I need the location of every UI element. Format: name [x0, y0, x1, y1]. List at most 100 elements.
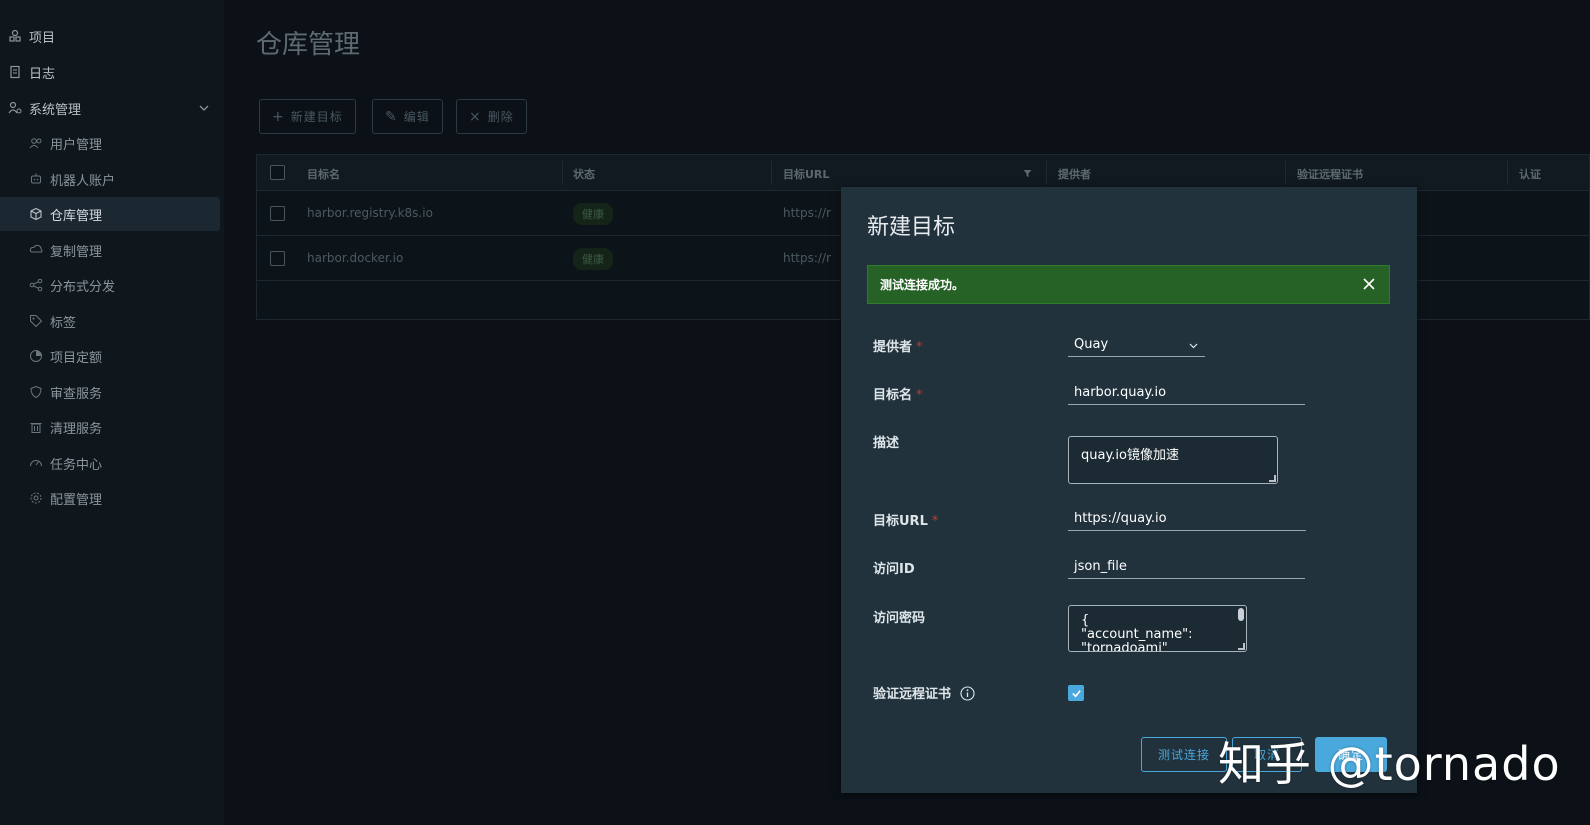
sidebar-item-users[interactable]: 用户管理: [0, 126, 224, 160]
sidebar-item-admin[interactable]: 系统管理: [0, 91, 224, 125]
sidebar-item-robots[interactable]: 机器人账户: [0, 162, 224, 196]
edit-label: 编辑: [403, 110, 430, 124]
sidebar-item-label: 标签: [50, 315, 77, 331]
column-header-auth[interactable]: 认证: [1519, 166, 1541, 182]
row-url: https://r: [783, 206, 831, 220]
sidebar-item-label: 项目定额: [50, 350, 103, 366]
status-badge: 健康: [573, 203, 613, 225]
sidebar-item-distribution[interactable]: 分布式分发: [0, 268, 224, 302]
sidebar-item-label: 机器人账户: [50, 173, 116, 189]
log-icon: [8, 65, 22, 79]
provider-select[interactable]: Quay: [1068, 334, 1205, 357]
scrollbar[interactable]: [1238, 608, 1244, 621]
provider-label-text: 提供者: [873, 340, 913, 355]
plus-icon: +: [272, 108, 285, 125]
access-id-label: 访问ID: [873, 562, 915, 577]
verify-cert-checkbox[interactable]: [1068, 685, 1084, 701]
column-separator: [562, 161, 563, 185]
sidebar-item-label: 日志: [29, 66, 56, 82]
column-separator: [1046, 161, 1047, 185]
chevron-down-icon: [1189, 343, 1198, 349]
gear-icon: [29, 491, 43, 505]
sidebar-item-quotas[interactable]: 项目定额: [0, 339, 224, 373]
sidebar-item-interrogation[interactable]: 审查服务: [0, 375, 224, 409]
sidebar-item-tasks[interactable]: 任务中心: [0, 446, 224, 480]
sidebar-item-label: 项目: [29, 30, 56, 46]
required-marker: *: [916, 340, 923, 355]
test-connection-button[interactable]: 测试连接: [1141, 737, 1227, 772]
verify-cert-label: 验证远程证书: [873, 683, 975, 702]
provider-value: Quay: [1074, 337, 1109, 352]
success-alert: 测试连接成功。: [867, 265, 1390, 304]
new-target-button[interactable]: + 新建目标: [259, 99, 356, 134]
shield-icon: [29, 385, 43, 399]
column-separator: [1285, 161, 1286, 185]
replication-icon: [29, 243, 43, 257]
users-icon: [29, 136, 43, 150]
project-icon: [8, 29, 22, 43]
filter-icon[interactable]: [1023, 169, 1032, 178]
robot-icon: [29, 172, 43, 186]
sidebar-item-cleanup[interactable]: 清理服务: [0, 410, 224, 444]
watermark: 知乎 @tornado: [1218, 737, 1561, 791]
status-badge: 健康: [573, 248, 613, 270]
quota-icon: [29, 349, 43, 363]
name-label-text: 目标名: [873, 388, 913, 403]
sidebar-item-projects[interactable]: 项目: [0, 19, 224, 53]
row-url: https://r: [783, 251, 831, 265]
sidebar-item-labels[interactable]: 标签: [0, 304, 224, 338]
column-header-provider[interactable]: 提供者: [1058, 166, 1091, 182]
resize-handle-icon[interactable]: [1238, 643, 1245, 650]
admin-icon: [8, 101, 22, 115]
close-icon[interactable]: [1361, 276, 1377, 292]
alert-text: 测试连接成功。: [880, 278, 965, 292]
modal-title: 新建目标: [867, 215, 956, 240]
sidebar-item-label: 分布式分发: [50, 279, 116, 295]
sidebar-item-label: 任务中心: [50, 457, 103, 473]
registry-icon: [29, 207, 43, 221]
page-title: 仓库管理: [256, 30, 361, 60]
sidebar-item-label: 仓库管理: [50, 208, 103, 224]
sidebar-item-label: 配置管理: [50, 492, 103, 508]
sidebar-item-config[interactable]: 配置管理: [0, 481, 224, 515]
sidebar-item-label: 审查服务: [50, 386, 103, 402]
provider-label: 提供者 *: [873, 336, 923, 355]
row-name: harbor.docker.io: [307, 251, 404, 265]
resize-handle-icon[interactable]: [1269, 475, 1276, 482]
pencil-icon: ✎: [385, 108, 398, 125]
checkmark-icon: [1071, 689, 1081, 697]
new-target-modal: 新建目标 测试连接成功。 提供者 * Quay 目标名 * harbor.quay.…: [841, 187, 1417, 793]
row-checkbox[interactable]: [270, 251, 285, 266]
description-textarea[interactable]: quay.io镜像加速: [1068, 436, 1278, 484]
sidebar-item-label: 复制管理: [50, 244, 103, 260]
column-separator: [771, 161, 772, 185]
column-header-url[interactable]: 目标URL: [783, 166, 829, 182]
edit-button[interactable]: ✎ 编辑: [372, 99, 443, 134]
access-secret-textarea[interactable]: { "account_name": "tornadoami": [1068, 605, 1247, 652]
sidebar-item-logs[interactable]: 日志: [0, 55, 224, 89]
info-icon[interactable]: [959, 686, 975, 701]
new-target-label: 新建目标: [290, 110, 343, 124]
trash-icon: [29, 420, 43, 434]
row-checkbox[interactable]: [270, 206, 285, 221]
sidebar: 项目 日志 系统管理 用户管理 机器人账户 仓库管理 复制管理 分布式分发 标签…: [0, 0, 224, 825]
select-all-checkbox[interactable]: [270, 165, 285, 180]
column-header-verify[interactable]: 验证远程证书: [1297, 166, 1363, 182]
delete-label: 删除: [487, 110, 514, 124]
dashboard-icon: [29, 456, 43, 470]
chevron-down-icon: [199, 105, 209, 111]
row-name: harbor.registry.k8s.io: [307, 206, 433, 220]
sidebar-item-replication[interactable]: 复制管理: [0, 233, 224, 267]
sidebar-item-registries[interactable]: 仓库管理: [0, 197, 220, 231]
description-value: quay.io镜像加速: [1081, 448, 1179, 463]
name-input[interactable]: harbor.quay.io: [1068, 382, 1305, 405]
share-icon: [29, 278, 43, 292]
delete-button[interactable]: × 删除: [456, 99, 527, 134]
url-input[interactable]: https://quay.io: [1068, 508, 1306, 531]
access-id-input[interactable]: json_file: [1068, 556, 1305, 579]
sidebar-item-label: 清理服务: [50, 421, 103, 437]
column-header-status[interactable]: 状态: [573, 166, 595, 182]
column-header-name[interactable]: 目标名: [307, 166, 340, 182]
sidebar-item-label: 用户管理: [50, 137, 103, 153]
verify-cert-label-text: 验证远程证书: [873, 687, 952, 702]
